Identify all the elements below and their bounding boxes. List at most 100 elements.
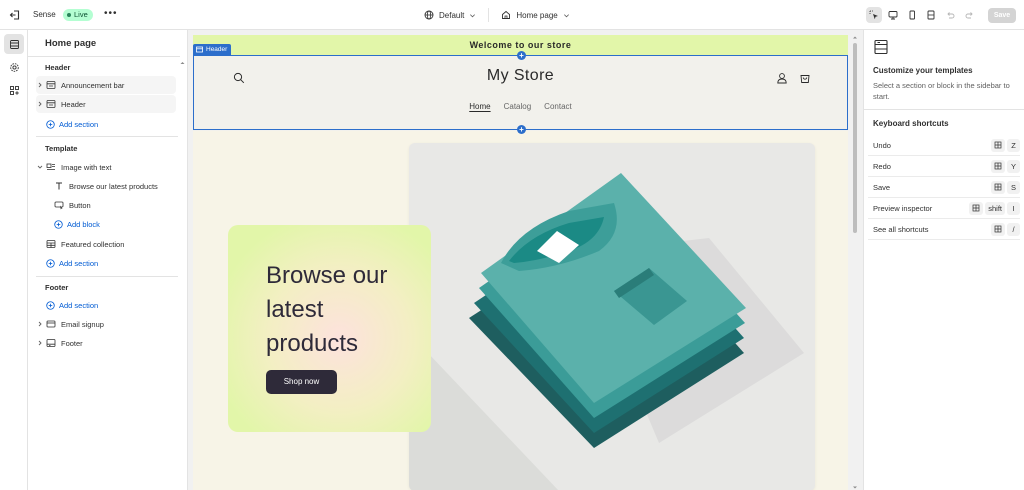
chevron-down-icon[interactable] [36,164,44,170]
page-label: Home page [516,10,558,20]
gear-icon [9,62,19,72]
more-actions-button[interactable]: ••• [104,8,118,20]
redo-button[interactable] [961,7,977,23]
text-icon [53,180,65,192]
apps-icon [9,85,19,95]
undo-button[interactable] [942,7,958,23]
preview-area: Welcome to our store My Store Home Catal… [189,30,863,490]
add-section-label: Add section [59,119,99,129]
command-key-icon [991,159,1005,173]
redo-icon [965,11,973,18]
sidebar-item-footer[interactable]: Footer [36,334,176,352]
divider [488,8,490,22]
selected-section-label: Header [206,46,228,53]
nav-link-contact[interactable]: Contact [544,102,572,111]
sections-sidebar: Home page Header Announcement bar Header… [28,30,188,490]
shortcut-row-redo: Redo Y [868,156,1020,177]
exit-icon[interactable] [9,9,21,21]
add-block-button[interactable]: Add block [54,216,100,232]
sidebar-scrollbar[interactable] [180,60,185,490]
store-header[interactable]: My Store Home Catalog Contact [193,55,848,131]
shortcut-modifier: shift [985,201,1005,215]
fullscreen-view-button[interactable] [923,7,939,23]
add-section-label: Add section [59,258,99,268]
divider [36,276,178,277]
account-icon[interactable] [776,72,788,84]
globe-icon [424,10,434,20]
shortcut-row-see-all[interactable]: See all shortcuts / [868,219,1020,240]
sidebar-block-button[interactable]: Button [52,196,176,214]
template-selector[interactable]: Default [424,10,476,20]
shortcut-key: Z [1007,138,1020,152]
sections-icon [9,39,19,49]
inspector-description: Select a section or block in the sidebar… [873,81,1010,101]
command-key-icon [991,180,1005,194]
divider [28,56,180,57]
fullscreen-icon [927,10,935,20]
section-icon [45,98,57,110]
sidebar-item-announcement-bar[interactable]: Announcement bar [36,76,176,94]
shortcut-key: / [1007,222,1020,236]
shortcut-key: S [1007,180,1020,194]
chevron-right-icon[interactable] [36,340,44,346]
add-section-button[interactable]: Add section [46,297,98,313]
add-section-button[interactable]: Add section [46,255,98,271]
folded-shirts-illustration [409,173,804,490]
shop-now-button[interactable]: Shop now [266,370,337,394]
add-block-label: Add block [67,219,100,229]
inspector-title: Customize your templates [873,66,973,75]
live-badge: Live [63,9,93,21]
footer-icon [45,337,57,349]
image-with-text-section[interactable]: Browse our latest products Shop now [193,131,848,490]
page-selector[interactable]: Home page [501,10,569,20]
sidebar-item-label: Email signup [61,319,104,329]
nav-link-catalog[interactable]: Catalog [504,102,532,111]
shortcut-label: Redo [873,161,891,171]
shortcut-label: See all shortcuts [873,224,929,234]
section-icon [45,79,57,91]
sidebar-item-email-signup[interactable]: Email signup [36,315,176,333]
hero-heading[interactable]: Browse our latest products [266,259,416,361]
chevron-right-icon[interactable] [36,101,44,107]
nav-link-home[interactable]: Home [469,102,490,111]
add-section-button[interactable]: Add section [46,116,98,132]
sidebar-title: Home page [45,38,97,49]
chevron-down-icon [470,13,476,17]
cart-icon[interactable] [799,72,811,84]
sidebar-item-header[interactable]: Header [36,95,176,113]
template-icon [873,39,889,55]
inspector-panel: Customize your templates Select a sectio… [863,30,1024,490]
command-key-icon [969,201,984,215]
sidebar-item-label: Browse our latest products [69,181,158,191]
desktop-view-button[interactable] [885,7,901,23]
sidebar-item-image-with-text[interactable]: Image with text [36,158,176,176]
home-icon [502,10,511,19]
add-section-label: Add section [59,300,99,310]
shortcut-label: Save [873,182,891,192]
shortcut-key: Y [1007,159,1020,173]
sidebar-block-heading[interactable]: Browse our latest products [52,177,176,195]
sections-tab[interactable] [4,34,24,54]
template-group-heading: Template [45,144,78,153]
inspector-toggle-button[interactable] [866,7,882,23]
chevron-right-icon[interactable] [36,82,44,88]
shortcuts-title: Keyboard shortcuts [873,119,949,128]
sidebar-item-featured-collection[interactable]: Featured collection [36,235,176,253]
store-logo[interactable]: My Store [193,67,848,85]
chevron-right-icon[interactable] [36,321,44,327]
preview-scrollbar[interactable] [852,35,858,490]
theme-settings-tab[interactable] [4,57,24,77]
insert-section-above-button[interactable]: + [517,51,526,60]
storefront-preview[interactable]: Welcome to our store My Store Home Catal… [193,35,848,490]
theme-name: Sense [33,10,56,19]
scrollbar-thumb[interactable] [853,43,857,233]
email-icon [45,318,57,330]
button-icon [53,199,65,211]
apps-tab[interactable] [4,80,24,100]
save-button[interactable]: Save [988,7,1016,23]
plus-circle-icon [46,300,55,310]
shortcut-row-save: Save S [868,177,1020,198]
desktop-icon [888,11,898,20]
mobile-view-button[interactable] [904,7,920,23]
template-label: Default [439,10,465,20]
